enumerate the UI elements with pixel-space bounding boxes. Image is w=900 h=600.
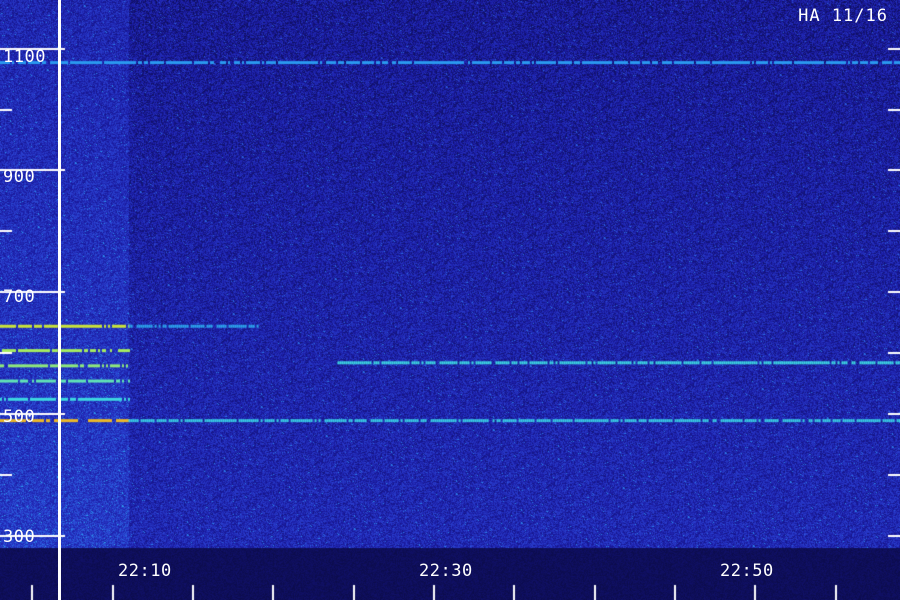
spectrogram-canvas — [0, 0, 900, 600]
x-tick-label-2210: 22:10 — [118, 561, 172, 581]
x-tick-label-2250: 22:50 — [720, 561, 774, 581]
chart-title: HA 11/16 — [798, 6, 888, 26]
time-marker-line — [58, 0, 61, 600]
spectrogram-chart: HA 11/16 1100 900 700 500 300 22:10 22:3… — [0, 0, 900, 600]
y-tick-label-900: 900 — [3, 167, 36, 187]
y-tick-label-700: 700 — [3, 287, 36, 307]
y-tick-label-500: 500 — [3, 407, 36, 427]
x-tick-label-2230: 22:30 — [419, 561, 473, 581]
y-tick-label-300: 300 — [3, 527, 36, 547]
y-tick-label-1100: 1100 — [3, 47, 46, 67]
